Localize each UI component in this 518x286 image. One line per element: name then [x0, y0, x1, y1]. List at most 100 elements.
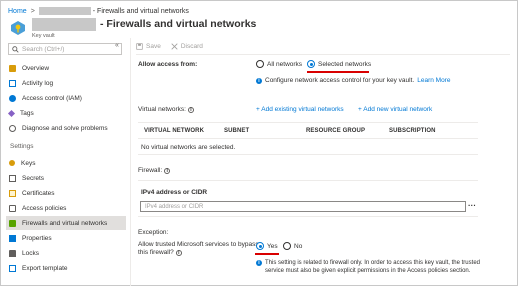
collapse-sidebar-button[interactable]: «	[115, 42, 119, 49]
save-button[interactable]: Save	[136, 43, 161, 50]
sidebar-item-tags[interactable]: Tags	[6, 106, 126, 120]
sidebar-item-label: Certificates	[22, 189, 55, 197]
all-networks-label: All networks	[267, 60, 303, 68]
settings-section-label: Settings	[10, 143, 34, 150]
export-template-icon	[9, 264, 16, 272]
all-networks-radio[interactable]	[256, 60, 264, 68]
exception-note-line2: service must also be given explicit perm…	[265, 268, 471, 274]
sidebar-item-label: Diagnose and solve problems	[22, 124, 108, 132]
ip-address-input[interactable]: IPv4 address or CIDR	[140, 201, 466, 212]
save-icon	[136, 42, 143, 50]
properties-icon	[9, 234, 16, 242]
sidebar-item-locks[interactable]: Locks	[6, 246, 126, 260]
column-header-subscription[interactable]: SUBSCRIPTION	[389, 128, 436, 134]
sidebar-item-label: Overview	[22, 64, 50, 72]
sidebar-item-access-control[interactable]: Access control (IAM)	[6, 91, 126, 105]
column-header-virtual-network[interactable]: VIRTUAL NETWORK	[144, 128, 204, 134]
trusted-services-question-line2: this firewall?	[138, 249, 174, 256]
page-subtitle: Key vault	[32, 33, 55, 39]
more-options-button[interactable]: ···	[468, 201, 476, 210]
virtual-networks-label: Virtual networks:	[138, 106, 186, 113]
sidebar-item-label: Keys	[21, 159, 36, 167]
breadcrumb-current: - Firewalls and virtual networks	[92, 7, 189, 15]
firewall-label-group: Firewall: i	[138, 167, 171, 174]
ip-column-header: IPv4 address or CIDR	[141, 189, 208, 196]
sidebar-item-certificates[interactable]: Certificates	[6, 186, 126, 200]
close-icon	[171, 42, 178, 50]
sidebar-item-diagnose[interactable]: Diagnose and solve problems	[6, 121, 126, 135]
sidebar-item-secrets[interactable]: Secrets	[6, 171, 126, 185]
yes-label: Yes	[267, 242, 278, 250]
firewall-label: Firewall:	[138, 167, 163, 174]
sidebar-item-label: Export template	[22, 264, 68, 272]
add-new-vnet-link[interactable]: + Add new virtual network	[358, 106, 432, 113]
command-bar: Save Discard	[136, 41, 203, 51]
exception-label: Exception:	[138, 229, 169, 236]
sidebar-divider	[130, 38, 131, 286]
option-selected-networks[interactable]: Selected networks	[307, 60, 371, 68]
sidebar-item-label: Locks	[22, 249, 39, 257]
sidebar-item-label: Secrets	[22, 174, 45, 182]
certificate-icon	[9, 189, 16, 197]
sidebar-item-activity-log[interactable]: Activity log	[6, 76, 126, 90]
column-header-resource-group[interactable]: RESOURCE GROUP	[306, 128, 365, 134]
trusted-services-question: Allow trusted Microsoft services to bypa…	[138, 241, 259, 257]
learn-more-link[interactable]: Learn More	[417, 77, 450, 84]
trusted-services-question-line1: Allow trusted Microsoft services to bypa…	[138, 241, 259, 248]
key-vault-icon	[11, 21, 25, 35]
discard-label: Discard	[180, 42, 203, 50]
users-icon	[9, 94, 16, 102]
info-icon[interactable]: i	[187, 106, 194, 113]
exception-note-line1: This setting is related to firewall only…	[265, 260, 480, 266]
sidebar-item-label: Properties	[22, 234, 52, 242]
lock-icon	[9, 249, 16, 257]
sidebar-item-firewalls[interactable]: Firewalls and virtual networks	[6, 216, 126, 230]
sidebar-item-label: Access policies	[22, 204, 67, 212]
discard-button[interactable]: Discard	[171, 43, 203, 50]
option-no[interactable]: No	[283, 242, 302, 250]
firewall-divider	[138, 180, 478, 181]
add-existing-vnet-link[interactable]: + Add existing virtual networks	[256, 106, 344, 113]
access-info-text: Configure network access control for you…	[265, 77, 415, 84]
access-info: i Configure network access control for y…	[256, 77, 450, 84]
sidebar-item-keys[interactable]: Keys	[6, 156, 126, 170]
sidebar-item-label: Firewalls and virtual networks	[22, 219, 108, 227]
selected-networks-radio[interactable]	[307, 60, 315, 68]
redacted-vault-name	[38, 7, 91, 15]
allow-access-label: Allow access from:	[138, 61, 198, 68]
search-placeholder: Search (Ctrl+/)	[22, 45, 65, 53]
sidebar-item-properties[interactable]: Properties	[6, 231, 126, 245]
exception-note: i This setting is related to firewall on…	[256, 259, 480, 275]
option-yes[interactable]: Yes	[256, 242, 278, 250]
network-icon	[9, 219, 16, 227]
no-label: No	[294, 242, 303, 250]
info-icon[interactable]: i	[175, 250, 182, 256]
breadcrumb-separator: >	[30, 7, 35, 15]
sidebar-item-label: Access control (IAM)	[22, 94, 82, 102]
column-header-subnet[interactable]: SUBNET	[224, 128, 249, 134]
sidebar-item-label: Tags	[20, 109, 34, 117]
wrench-icon	[9, 124, 16, 132]
key-icon	[9, 160, 15, 166]
sidebar-item-access-policies[interactable]: Access policies	[6, 201, 126, 215]
toolbar-divider	[136, 54, 510, 55]
sidebar-item-overview[interactable]: Overview	[6, 61, 126, 75]
info-icon: i	[256, 77, 262, 84]
page-title: - Firewalls and virtual networks	[100, 18, 257, 30]
option-all-networks[interactable]: All networks	[256, 60, 302, 68]
no-radio[interactable]	[283, 242, 291, 250]
search-icon	[12, 45, 19, 53]
yes-radio[interactable]	[256, 242, 264, 250]
vnet-table-top-border	[138, 122, 478, 123]
activity-log-icon	[9, 79, 16, 87]
info-icon: i	[256, 260, 262, 266]
redacted-resource-name	[32, 18, 96, 31]
search-input[interactable]: Search (Ctrl+/)	[8, 43, 122, 55]
info-icon[interactable]: i	[164, 167, 171, 174]
highlight-underline-yes	[255, 253, 279, 255]
vnet-table-bottom-border	[138, 154, 478, 155]
sidebar-item-export-template[interactable]: Export template	[6, 261, 126, 275]
selected-networks-label: Selected networks	[318, 60, 372, 68]
breadcrumb-home-link[interactable]: Home	[8, 8, 27, 15]
save-label: Save	[146, 42, 161, 50]
